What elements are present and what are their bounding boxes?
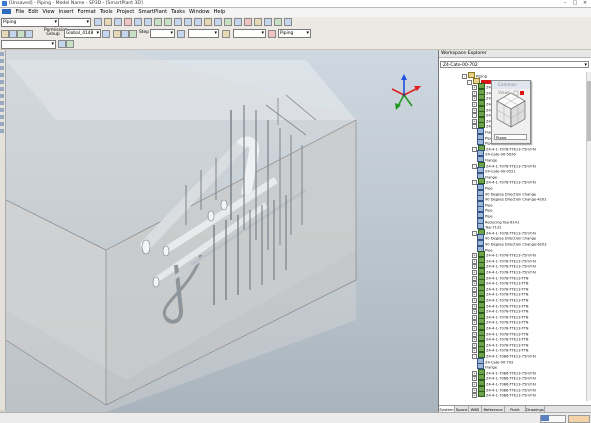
menu-view[interactable]: View bbox=[40, 8, 56, 17]
scrollbar-thumb[interactable] bbox=[587, 81, 591, 141]
style-select[interactable] bbox=[58, 18, 91, 27]
open-file-icon[interactable] bbox=[104, 18, 112, 26]
window-title: [Unsaved] - Piping - Model Name - SP3D -… bbox=[9, 1, 143, 6]
locate-options-icon[interactable] bbox=[66, 40, 74, 48]
paste-icon[interactable] bbox=[144, 18, 152, 26]
tree-item-label: 90 Degree Direction Change-4202 bbox=[485, 197, 547, 202]
insert-component-icon[interactable] bbox=[0, 66, 4, 70]
menu-tasks[interactable]: Tasks bbox=[169, 8, 187, 17]
status-bar bbox=[0, 412, 591, 423]
route-pipe-icon[interactable] bbox=[0, 59, 4, 63]
permission-group-select[interactable]: Global_4148 bbox=[64, 29, 101, 38]
close-popup-icon[interactable] bbox=[520, 91, 524, 95]
insert-split-icon[interactable] bbox=[0, 80, 4, 84]
copy-icon[interactable] bbox=[134, 18, 142, 26]
app-icon bbox=[2, 1, 7, 6]
status-progress-fill bbox=[541, 415, 549, 421]
close-icon[interactable]: × bbox=[580, 0, 590, 7]
insert-instrument-icon[interactable] bbox=[0, 115, 4, 119]
measure-distance-icon[interactable] bbox=[254, 18, 262, 26]
undo-icon[interactable] bbox=[154, 18, 162, 26]
model-scene bbox=[6, 50, 421, 412]
pipeline-icon bbox=[478, 391, 485, 398]
snap-select[interactable] bbox=[233, 29, 266, 38]
filter-icon[interactable] bbox=[113, 30, 121, 38]
help-icon[interactable] bbox=[284, 18, 292, 26]
locate-filter-icon[interactable] bbox=[177, 30, 185, 38]
open-icon[interactable] bbox=[1, 30, 9, 38]
fence-icon[interactable] bbox=[121, 30, 129, 38]
tree-item[interactable]: + Z4-4-1-7086-TTE13-75mT-N bbox=[472, 391, 536, 399]
rotate-view-icon[interactable] bbox=[174, 18, 182, 26]
cut-icon[interactable] bbox=[124, 18, 132, 26]
tree-item-label: Z4-4-1-7078-TTE13-75mT-N bbox=[486, 180, 536, 185]
maximize-icon[interactable]: □ bbox=[570, 0, 580, 7]
view-shaded-icon[interactable] bbox=[224, 18, 232, 26]
permission-group-label: Permission Group bbox=[44, 28, 68, 37]
menu-window[interactable]: Window bbox=[187, 8, 211, 17]
insert-tap-icon[interactable] bbox=[0, 101, 4, 105]
menu-file[interactable]: File bbox=[14, 8, 27, 17]
measure-icon[interactable] bbox=[268, 30, 276, 38]
step-label: Step bbox=[139, 30, 149, 35]
save-file-icon[interactable] bbox=[114, 18, 122, 26]
step-select[interactable] bbox=[150, 29, 175, 38]
properties-icon[interactable] bbox=[102, 30, 110, 38]
refresh-icon[interactable] bbox=[17, 30, 25, 38]
tree-item-label: 90 Degree Direction Change-6203 bbox=[485, 242, 547, 247]
menu-format[interactable]: Format bbox=[76, 8, 98, 17]
zoom-icon[interactable] bbox=[194, 18, 202, 26]
title-bar: [Unsaved] - Piping - Model Name - SP3D -… bbox=[0, 0, 591, 8]
view-cube-icon[interactable] bbox=[492, 89, 530, 133]
redo-icon[interactable] bbox=[164, 18, 172, 26]
fit-icon[interactable] bbox=[214, 18, 222, 26]
view-wireframe-icon[interactable] bbox=[234, 18, 242, 26]
insert-support-icon[interactable] bbox=[0, 108, 4, 112]
tree-item-label: Z4-4-1-7086-TTE13-75mT-N bbox=[486, 393, 536, 398]
pan-icon[interactable] bbox=[184, 18, 192, 26]
app-menu-icon[interactable] bbox=[2, 9, 11, 14]
menu-help[interactable]: Help bbox=[211, 8, 227, 17]
workspace-explorer-title: Workspace Explorer bbox=[439, 50, 591, 58]
common-views-popup[interactable]: Common Views Plane bbox=[491, 80, 531, 144]
task-select[interactable]: Piping bbox=[1, 18, 59, 27]
locate-icon[interactable] bbox=[58, 40, 66, 48]
new-icon[interactable] bbox=[94, 18, 102, 26]
select-icon[interactable] bbox=[25, 30, 33, 38]
common-views-title: Common Views bbox=[492, 81, 530, 95]
graphic-view[interactable] bbox=[6, 50, 438, 412]
workspace-select[interactable] bbox=[1, 40, 56, 49]
spec-break-icon[interactable] bbox=[0, 94, 4, 98]
tree-scrollbar[interactable] bbox=[586, 72, 591, 401]
system-select[interactable]: Piping bbox=[278, 29, 311, 38]
properties-view-icon[interactable] bbox=[264, 18, 272, 26]
select-filter-icon[interactable] bbox=[274, 18, 282, 26]
snap-icon[interactable] bbox=[222, 30, 230, 38]
menu-smartplant[interactable]: SmartPlant bbox=[136, 8, 169, 17]
select-tool-icon[interactable] bbox=[0, 52, 4, 56]
insert-weld-icon[interactable] bbox=[0, 129, 4, 133]
zoom-area-icon[interactable] bbox=[204, 18, 212, 26]
inside-fence-icon[interactable] bbox=[129, 30, 137, 38]
menu-tools[interactable]: Tools bbox=[98, 8, 115, 17]
menu-insert[interactable]: Insert bbox=[57, 8, 76, 17]
minimize-icon[interactable]: – bbox=[560, 0, 570, 7]
menu-edit[interactable]: Edit bbox=[26, 8, 40, 17]
menu-project[interactable]: Project bbox=[115, 8, 137, 17]
save-icon[interactable] bbox=[9, 30, 17, 38]
insert-feature-icon[interactable] bbox=[0, 73, 4, 77]
expand-icon[interactable]: + bbox=[472, 393, 477, 399]
toolbar-row-3 bbox=[0, 39, 591, 50]
locate-filter-select[interactable] bbox=[188, 29, 219, 38]
generate-spool-icon[interactable] bbox=[0, 122, 4, 126]
workspace-filter-select[interactable]: Z4-Cate-00-702 bbox=[440, 61, 589, 69]
menu-bar: File Edit View Insert Format Tools Project Smar… bbox=[0, 8, 591, 17]
axis-triad bbox=[391, 74, 421, 110]
common-views-value: Plane bbox=[494, 134, 527, 140]
clip-icon[interactable] bbox=[244, 18, 252, 26]
connect-icon[interactable] bbox=[0, 87, 4, 91]
